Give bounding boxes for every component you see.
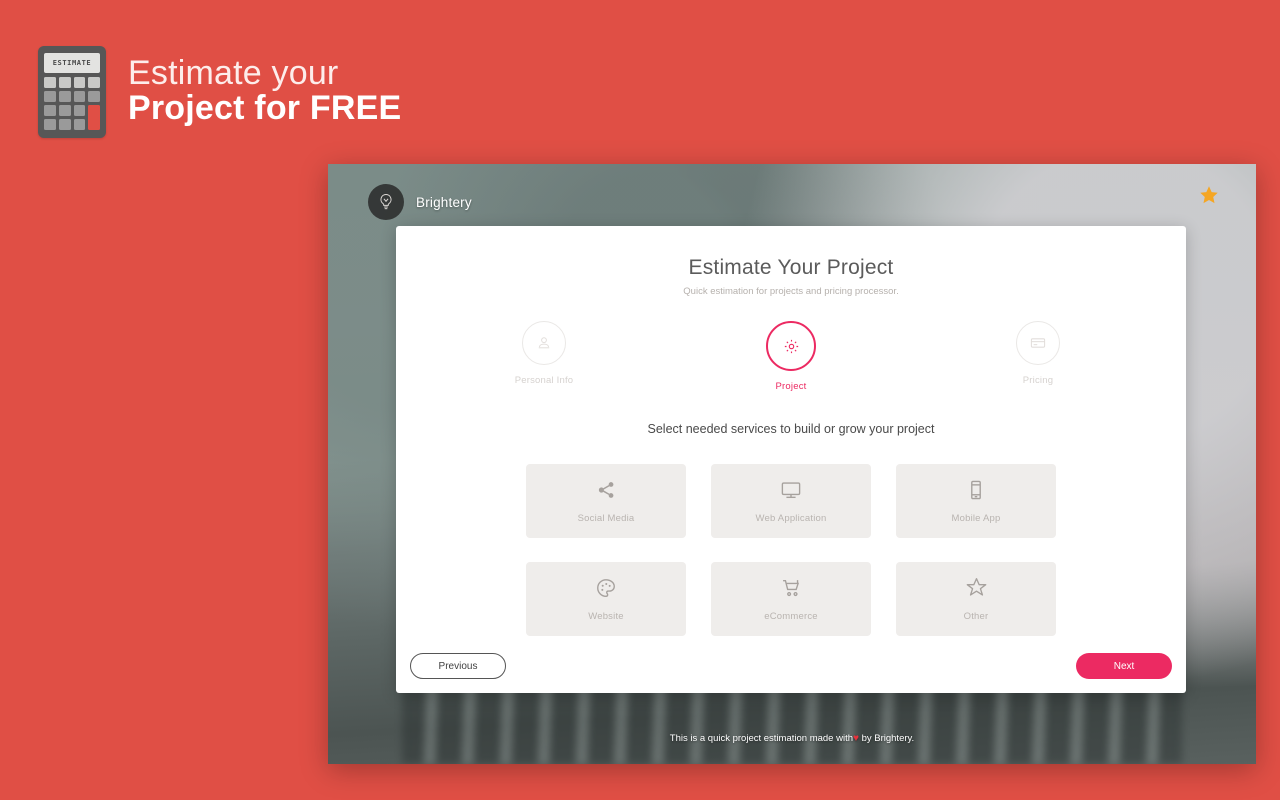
calculator-key xyxy=(58,77,71,88)
calculator-key-equals xyxy=(88,105,100,130)
calculator-key xyxy=(73,105,86,116)
step-label: Pricing xyxy=(1022,375,1054,386)
promo-text: Estimate your Project for FREE xyxy=(128,53,402,129)
share-icon xyxy=(595,479,617,506)
page-title: Estimate Your Project xyxy=(688,256,894,279)
calculator-key xyxy=(88,91,100,102)
app-window: Brightery Estimate Your Project Quick es… xyxy=(328,164,1256,764)
star-icon[interactable] xyxy=(1198,184,1220,211)
heart-icon: ♥ xyxy=(853,733,859,744)
services-grid: Social Media Web Application Mobile App … xyxy=(396,464,1186,636)
calculator-key xyxy=(58,119,71,130)
service-label: Mobile App xyxy=(951,512,1001,524)
service-label: Other xyxy=(963,611,989,622)
step-circle xyxy=(1016,321,1060,365)
step-indicator: Personal Info Project Pricing xyxy=(396,321,1186,392)
promo-headline-bold: Project for FREE xyxy=(128,89,402,127)
calculator-key xyxy=(73,91,86,102)
calculator-key xyxy=(44,91,56,102)
step-label: Project xyxy=(775,381,807,392)
star-outline-icon xyxy=(965,576,988,604)
calculator-key xyxy=(44,105,56,116)
palette-icon xyxy=(595,577,617,604)
calculator-keys xyxy=(44,77,100,130)
previous-button[interactable]: Previous xyxy=(410,653,506,679)
service-label: Website xyxy=(588,610,624,622)
service-website[interactable]: Website xyxy=(526,562,686,636)
calculator-icon: ESTIMATE xyxy=(38,46,106,138)
calculator-key xyxy=(73,77,86,88)
service-label: Social Media xyxy=(577,512,635,524)
estimate-card: Estimate Your Project Quick estimation f… xyxy=(396,226,1186,693)
calculator-key xyxy=(73,119,86,130)
calculator-display: ESTIMATE xyxy=(44,53,100,73)
step-pricing[interactable]: Pricing xyxy=(978,321,1098,392)
service-ecommerce[interactable]: eCommerce xyxy=(711,562,871,636)
brand-name: Brightery xyxy=(416,194,472,210)
step-label: Personal Info xyxy=(514,375,574,386)
service-other[interactable]: Other xyxy=(896,562,1056,636)
service-label: Web Application xyxy=(755,512,827,524)
step-circle xyxy=(522,321,566,365)
card-actions: Previous Next xyxy=(396,653,1186,693)
footer-text-after: by Brightery. xyxy=(861,733,915,744)
step-circle xyxy=(766,321,816,371)
monitor-icon xyxy=(779,479,803,506)
step-personal-info[interactable]: Personal Info xyxy=(484,321,604,392)
calculator-key xyxy=(88,77,100,88)
service-mobile-app[interactable]: Mobile App xyxy=(896,464,1056,538)
promo-banner: ESTIMATE Estimate your Project for FREE xyxy=(38,46,401,138)
smartphone-icon xyxy=(965,479,987,506)
lightbulb-icon xyxy=(368,184,404,220)
calculator-key xyxy=(58,91,71,102)
services-prompt: Select needed services to build or grow … xyxy=(647,422,935,436)
calculator-key xyxy=(44,77,56,88)
page-subtitle: Quick estimation for projects and pricin… xyxy=(683,286,899,297)
calculator-key xyxy=(58,105,71,116)
window-footer: This is a quick project estimation made … xyxy=(328,733,1256,744)
step-project[interactable]: Project xyxy=(731,321,851,392)
service-social-media[interactable]: Social Media xyxy=(526,464,686,538)
brand[interactable]: Brightery xyxy=(368,184,472,220)
service-label: eCommerce xyxy=(764,610,818,622)
next-button[interactable]: Next xyxy=(1076,653,1172,679)
service-web-application[interactable]: Web Application xyxy=(711,464,871,538)
calculator-key xyxy=(44,119,56,130)
footer-text-before: This is a quick project estimation made … xyxy=(669,733,853,744)
shopping-cart-icon xyxy=(780,577,803,604)
promo-headline-light: Estimate your xyxy=(128,53,339,92)
